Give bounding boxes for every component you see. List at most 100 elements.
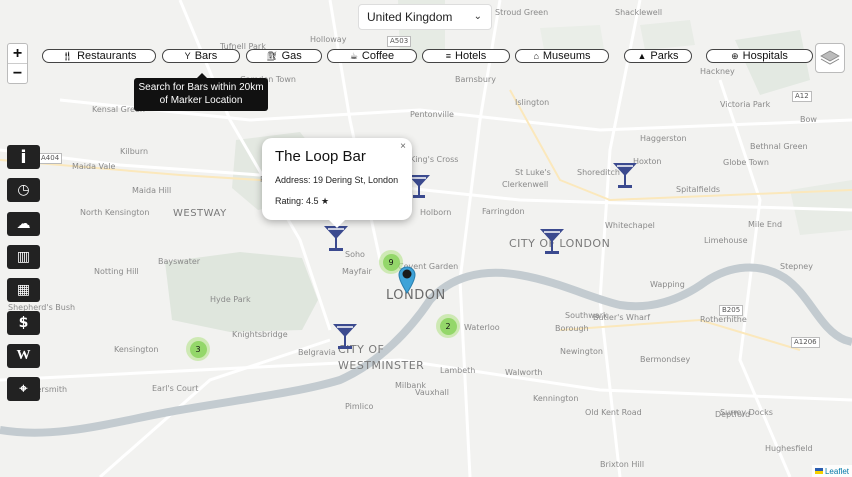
road-shield: A503 bbox=[387, 36, 412, 47]
cluster-count: 2 bbox=[439, 317, 457, 335]
category-button-parks[interactable]: ▲ Parks bbox=[624, 49, 692, 63]
marker-cluster[interactable]: 9 bbox=[379, 250, 403, 274]
zoom-control: + − bbox=[7, 43, 28, 84]
tree-icon: ▲ bbox=[637, 51, 647, 61]
place-label: Stroud Green bbox=[495, 8, 549, 17]
place-label: Whitechapel bbox=[605, 221, 655, 230]
place-label: Maida Hill bbox=[132, 186, 172, 195]
place-label: Bayswater bbox=[158, 257, 201, 266]
wikipedia-icon: W bbox=[16, 348, 31, 363]
category-label: Parks bbox=[650, 50, 679, 62]
category-label: Gas bbox=[281, 50, 302, 62]
bar-marker-icon[interactable] bbox=[539, 227, 565, 255]
place-label: Surrey Docks bbox=[720, 408, 773, 417]
country-select[interactable]: United Kingdom ⌄ bbox=[358, 4, 492, 30]
category-label: Hotels bbox=[455, 50, 487, 62]
category-label: Bars bbox=[194, 50, 218, 62]
place-label: Holborn bbox=[420, 208, 452, 217]
popup-rating: Rating: 4.5 ★ bbox=[275, 196, 330, 206]
city-icon: ▥ bbox=[16, 249, 31, 265]
place-label: Shacklewell bbox=[615, 8, 663, 17]
bar-marker-icon[interactable] bbox=[332, 322, 358, 350]
place-label: Hughesfield bbox=[765, 444, 813, 453]
place-label: Lambeth bbox=[440, 366, 476, 375]
sidebar-button-info[interactable]: i bbox=[7, 145, 40, 169]
place-label: Kilburn bbox=[120, 147, 149, 156]
sidebar-button-wikipedia[interactable]: W bbox=[7, 344, 40, 368]
place-label: Barnsbury bbox=[455, 75, 496, 84]
place-label: Hyde Park bbox=[210, 295, 251, 304]
currency-icon: $ bbox=[18, 315, 29, 331]
popup-title: The Loop Bar bbox=[275, 148, 366, 165]
place-label: Spitalfields bbox=[676, 185, 721, 194]
place-label: Kensington bbox=[114, 345, 159, 354]
category-label: Restaurants bbox=[77, 50, 137, 62]
place-label: Bethnal Green bbox=[750, 142, 808, 151]
place-label: Victoria Park bbox=[720, 100, 771, 109]
map[interactable]: WESTWAY CITY OF LONDON CITY OF WESTMINST… bbox=[0, 0, 852, 477]
category-button-restaurants[interactable]: 🍴︎ Restaurants bbox=[42, 49, 156, 63]
attribution[interactable]: Leaflet bbox=[811, 465, 852, 477]
sidebar-button-currency[interactable]: $ bbox=[7, 311, 40, 335]
sidebar-button-locate[interactable]: ⌖ bbox=[7, 377, 40, 401]
road-shield: A1206 bbox=[791, 337, 820, 348]
place-label: Farringdon bbox=[482, 207, 525, 216]
place-label: Bermondsey bbox=[640, 355, 691, 364]
country-select-value: United Kingdom bbox=[367, 10, 453, 24]
category-button-hospitals[interactable]: ⊕ Hospitals bbox=[706, 49, 813, 63]
category-label: Coffee bbox=[361, 50, 395, 62]
info-icon: i bbox=[20, 146, 27, 168]
hospital-icon: ⊕ bbox=[731, 50, 739, 61]
zoom-out-button[interactable]: − bbox=[8, 64, 27, 83]
marker-cluster[interactable]: 2 bbox=[436, 314, 460, 338]
place-label: Pimlico bbox=[345, 402, 374, 411]
category-button-bars[interactable]: Y Bars bbox=[162, 49, 240, 63]
place-label: Islington bbox=[515, 98, 550, 107]
road-shield: A404 bbox=[38, 153, 63, 164]
place-label: Stepney bbox=[780, 262, 813, 271]
category-label: Hospitals bbox=[742, 50, 788, 62]
locate-icon: ⌖ bbox=[19, 381, 28, 397]
museum-icon: ⌂ bbox=[533, 51, 539, 61]
fork-knife-icon: 🍴︎ bbox=[61, 50, 74, 61]
category-button-gas[interactable]: ⛽︎ Gas bbox=[246, 49, 322, 63]
cluster-count: 3 bbox=[189, 340, 207, 358]
place-label: Wapping bbox=[650, 280, 685, 289]
place-label: St Luke's bbox=[515, 168, 551, 177]
layers-button[interactable] bbox=[815, 43, 845, 73]
place-label: Kennington bbox=[533, 394, 579, 403]
place-label: Hackney bbox=[700, 67, 735, 76]
chevron-down-icon: ⌄ bbox=[473, 11, 482, 22]
category-label: Museums bbox=[542, 50, 591, 62]
bar-marker-icon[interactable] bbox=[323, 224, 349, 252]
bar-marker-icon[interactable] bbox=[612, 161, 638, 189]
sidebar-button-clock[interactable]: ◷ bbox=[7, 178, 40, 202]
sidebar-button-city[interactable]: ▥ bbox=[7, 245, 40, 269]
marker-cluster[interactable]: 3 bbox=[186, 337, 210, 361]
calendar-icon: ▦ bbox=[16, 282, 31, 298]
place-label: Mayfair bbox=[342, 267, 372, 276]
sidebar-button-weather[interactable]: ☁ bbox=[7, 212, 40, 236]
sidebar-button-calendar[interactable]: ▦ bbox=[7, 278, 40, 302]
zoom-in-button[interactable]: + bbox=[8, 44, 27, 64]
place-label: Brixton Hill bbox=[600, 460, 645, 469]
category-button-museums[interactable]: ⌂ Museums bbox=[515, 49, 609, 63]
attribution-link[interactable]: Leaflet bbox=[825, 467, 849, 476]
location-pin-icon[interactable] bbox=[398, 266, 416, 294]
place-label: Belgravia bbox=[298, 348, 336, 357]
category-button-coffee[interactable]: ☕︎ Coffee bbox=[327, 49, 417, 63]
place-label: North Kensington bbox=[80, 208, 150, 217]
layers-icon bbox=[820, 50, 840, 65]
place-label: Vauxhall bbox=[415, 388, 449, 397]
place-label: Bow bbox=[800, 115, 817, 124]
popup-address: Address: 19 Dering St, London bbox=[275, 175, 399, 185]
place-label: Old Kent Road bbox=[585, 408, 642, 417]
close-icon[interactable]: × bbox=[400, 141, 406, 152]
place-label: Mile End bbox=[748, 220, 783, 229]
place-popup: × The Loop Bar Address: 19 Dering St, Lo… bbox=[262, 138, 412, 228]
place-label: Earl's Court bbox=[152, 384, 199, 393]
place-label: Maida Vale bbox=[72, 162, 116, 171]
category-button-hotels[interactable]: ≡ Hotels bbox=[422, 49, 510, 63]
place-label: Rotherhithe bbox=[700, 315, 747, 324]
clock-icon: ◷ bbox=[17, 182, 30, 198]
